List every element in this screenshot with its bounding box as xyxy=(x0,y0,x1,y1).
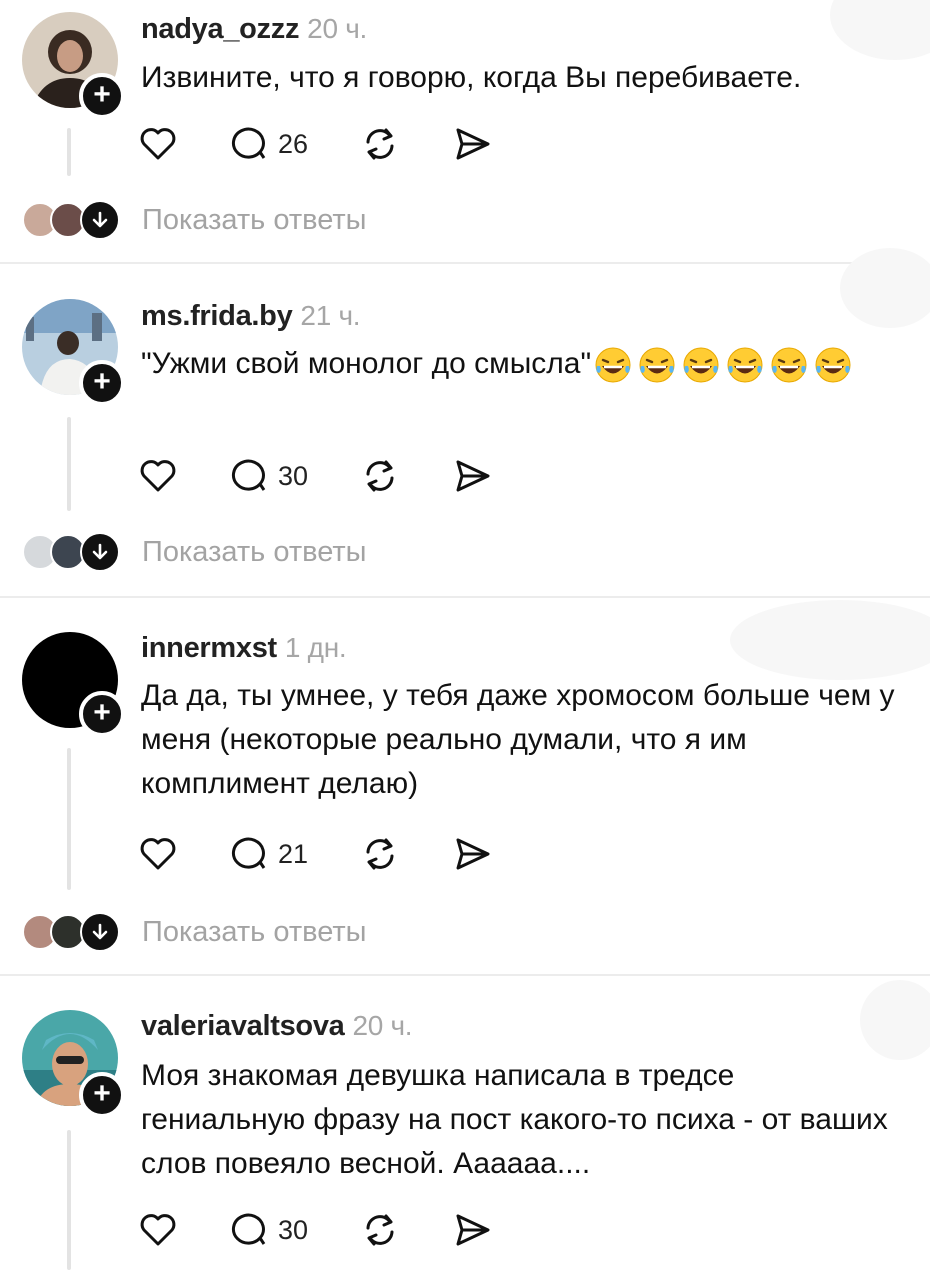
reply-avatars xyxy=(22,532,122,572)
heart-icon xyxy=(140,838,176,870)
reply-button[interactable]: 21 xyxy=(230,834,308,874)
arrow-down-icon xyxy=(92,923,108,940)
username[interactable]: nadya_ozzz 20 ч. xyxy=(141,13,367,46)
show-replies-link[interactable]: Показать ответы xyxy=(142,204,366,237)
laughing-emoji xyxy=(727,347,763,383)
plus-icon: + xyxy=(93,78,111,111)
follow-plus-button[interactable]: + xyxy=(79,73,125,119)
post-card: + nadya_ozzz 20 ч. Извините, что я говорю… xyxy=(0,0,930,262)
laughing-emoji xyxy=(639,347,675,383)
expand-replies-button[interactable] xyxy=(80,532,120,572)
like-button[interactable] xyxy=(138,124,178,164)
reply-count: 21 xyxy=(278,838,309,869)
heart-icon xyxy=(140,1214,176,1246)
post-text: Извините, что я говорю, когда Вы перебив… xyxy=(141,61,802,94)
share-button[interactable] xyxy=(452,456,492,496)
heart-icon xyxy=(140,128,176,160)
username-text[interactable]: ms.frida.by xyxy=(141,300,293,332)
repost-button[interactable] xyxy=(360,456,400,496)
action-bar: 21 xyxy=(138,834,544,874)
post-text: Моя знакомая девушка написала в тредсе г… xyxy=(141,1059,888,1180)
laughing-emoji xyxy=(771,347,807,383)
like-button[interactable] xyxy=(138,1210,178,1250)
reply-button[interactable]: 30 xyxy=(230,1210,308,1250)
send-icon xyxy=(456,838,490,870)
speech-bubble-icon xyxy=(231,127,266,159)
send-icon xyxy=(456,460,490,492)
reply-button[interactable]: 30 xyxy=(230,456,308,496)
arrow-down-icon xyxy=(92,543,108,560)
laughing-emoji-row xyxy=(591,347,855,383)
reply-count: 30 xyxy=(278,1214,309,1245)
post-time: 21 ч. xyxy=(300,300,361,331)
repost-button[interactable] xyxy=(360,124,400,164)
post-text: Да да, ты умнее, у тебя даже хромосом бо… xyxy=(141,679,895,800)
expand-replies-button[interactable] xyxy=(80,912,120,952)
like-button[interactable] xyxy=(138,456,178,496)
thread-line xyxy=(67,1130,71,1270)
follow-plus-button[interactable]: + xyxy=(79,691,125,737)
action-bar: 30 xyxy=(138,1210,544,1250)
share-button[interactable] xyxy=(452,124,492,164)
post-text: "Ужми свой монолог до смысла" xyxy=(141,342,891,386)
post-text-quote: "Ужми свой монолог до смысла" xyxy=(141,347,592,380)
expand-replies-button[interactable] xyxy=(80,200,120,240)
plus-icon: + xyxy=(93,1077,111,1110)
heart-icon xyxy=(140,460,176,492)
post-card: + valeriavaltsova 20 ч. Моя знакомая деву… xyxy=(0,976,930,1280)
show-replies-row[interactable]: Показать ответы xyxy=(22,912,366,952)
action-bar: 30 xyxy=(138,456,544,496)
show-replies-row[interactable]: Показать ответы xyxy=(22,200,366,240)
show-replies-row[interactable]: Показать ответы xyxy=(22,532,366,572)
show-replies-link[interactable]: Показать ответы xyxy=(142,536,366,569)
repost-button[interactable] xyxy=(360,1210,400,1250)
arrow-down-icon xyxy=(92,211,108,228)
post-time: 20 ч. xyxy=(307,13,367,44)
thread-line xyxy=(67,748,71,890)
laughing-emoji xyxy=(815,347,851,383)
username-text[interactable]: innermxst xyxy=(141,632,277,664)
username[interactable]: valeriavaltsova 20 ч. xyxy=(141,1010,413,1043)
post-time: 1 дн. xyxy=(284,632,347,663)
share-button[interactable] xyxy=(452,834,492,874)
username[interactable]: ms.frida.by 21 ч. xyxy=(141,300,361,333)
send-icon xyxy=(456,128,490,160)
speech-bubble-icon xyxy=(231,837,266,869)
reply-button[interactable]: 26 xyxy=(230,124,308,164)
send-icon xyxy=(456,1214,490,1246)
repost-icon xyxy=(366,128,394,160)
repost-icon xyxy=(366,460,394,492)
reply-count: 30 xyxy=(278,460,309,491)
reply-count: 26 xyxy=(278,128,309,159)
post-time: 20 ч. xyxy=(352,1010,413,1041)
follow-plus-button[interactable]: + xyxy=(79,360,125,406)
plus-icon: + xyxy=(93,696,111,729)
repost-icon xyxy=(366,1214,394,1246)
username-text[interactable]: valeriavaltsova xyxy=(141,1010,345,1042)
speech-bubble-icon xyxy=(231,459,266,491)
post-card: + ms.frida.by 21 ч. "Ужми свой монолог до… xyxy=(0,264,930,596)
repost-icon xyxy=(366,838,394,870)
follow-plus-button[interactable]: + xyxy=(79,1072,125,1118)
action-bar: 26 xyxy=(138,124,544,164)
laughing-emoji xyxy=(595,347,631,383)
background-shape xyxy=(860,980,930,1060)
username-text[interactable]: nadya_ozzz xyxy=(141,13,299,45)
reply-avatars xyxy=(22,200,122,240)
background-shape xyxy=(840,248,930,328)
laughing-emoji xyxy=(683,347,719,383)
share-button[interactable] xyxy=(452,1210,492,1250)
speech-bubble-icon xyxy=(231,1213,266,1245)
username[interactable]: innermxst 1 дн. xyxy=(141,632,347,665)
thread-line xyxy=(67,417,71,511)
like-button[interactable] xyxy=(138,834,178,874)
repost-button[interactable] xyxy=(360,834,400,874)
thread-line xyxy=(67,128,71,176)
plus-icon: + xyxy=(93,365,111,398)
reply-avatars xyxy=(22,912,122,952)
show-replies-link[interactable]: Показать ответы xyxy=(142,916,366,949)
